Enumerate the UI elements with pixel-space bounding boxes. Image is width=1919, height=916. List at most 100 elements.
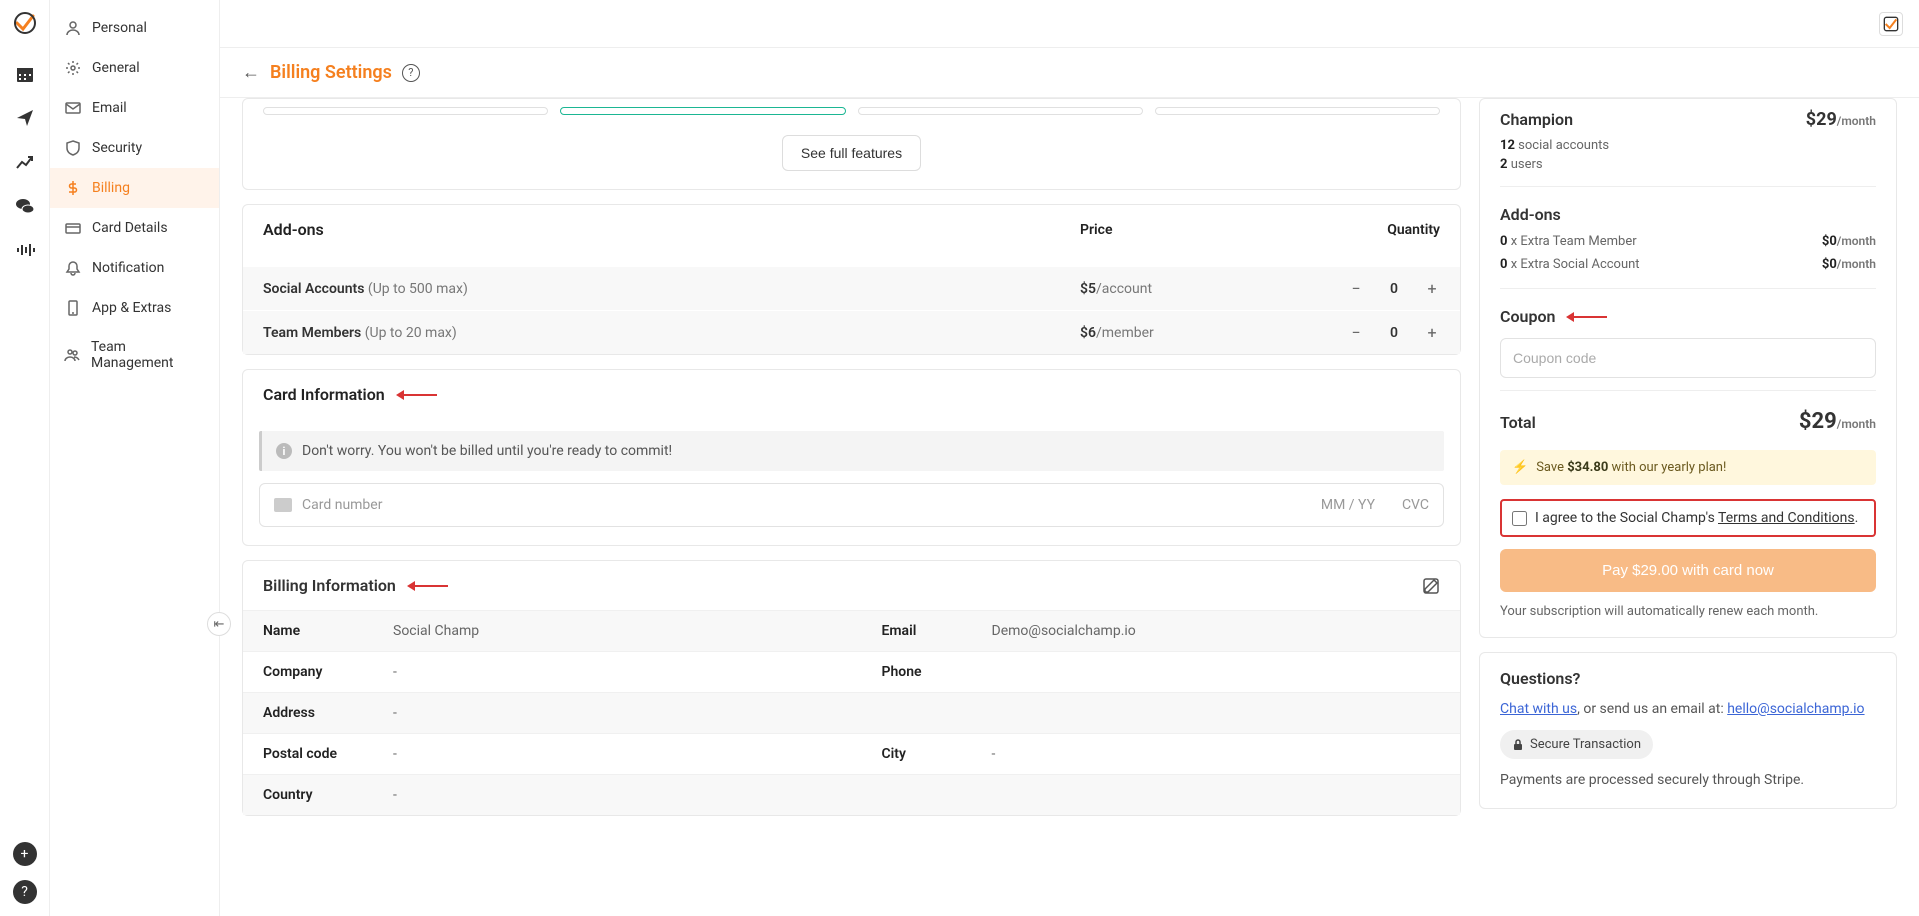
total-price: $29 (1799, 409, 1837, 434)
help-icon[interactable]: ? (402, 64, 420, 82)
plan-price-unit: /month (1837, 114, 1876, 128)
total-unit: /month (1837, 417, 1876, 431)
audio-icon[interactable] (13, 238, 37, 262)
bi-label-city: City (862, 733, 982, 774)
bi-val-name: Social Champ (383, 610, 862, 651)
card-expiry-placeholder: MM / YY (1321, 497, 1375, 513)
card-number-input[interactable]: Card number MM / YY CVC (259, 483, 1444, 527)
card-cvc-placeholder: CVC (1402, 497, 1429, 513)
bi-label-name: Name (243, 610, 383, 651)
see-full-features-button[interactable]: See full features (782, 135, 921, 171)
terms-link[interactable]: Terms and Conditions (1718, 510, 1855, 526)
addons-title: Add-ons (263, 205, 1080, 254)
sidebar-item-card-details[interactable]: Card Details (50, 208, 219, 248)
addon-price: $5 (1080, 281, 1096, 297)
sidebar-item-app-extras[interactable]: App & Extras (50, 288, 219, 328)
phone-icon (64, 299, 82, 317)
addon-hint: (Up to 20 max) (361, 325, 457, 341)
sidebar-item-label: Personal (92, 20, 147, 36)
page-title: Billing Settings (270, 62, 392, 83)
card-info-card: Card Information iDon't worry. You won't… (242, 369, 1461, 546)
bolt-icon: ⚡ (1512, 460, 1528, 475)
plan-option[interactable] (1155, 107, 1440, 115)
annotation-arrow (410, 585, 448, 587)
back-button[interactable]: ← (242, 62, 260, 83)
addon-row: Social Accounts (Up to 500 max) $5/accou… (243, 266, 1460, 310)
bi-label-postal: Postal code (243, 733, 383, 774)
qty-increase-button[interactable]: + (1424, 279, 1440, 298)
dollar-icon (64, 179, 82, 197)
agree-checkbox[interactable] (1512, 511, 1527, 526)
total-label: Total (1500, 413, 1536, 432)
plans-card: See full features (242, 98, 1461, 190)
addon-team-unit: /month (1837, 234, 1876, 248)
qty-decrease-button[interactable]: − (1348, 323, 1364, 342)
chat-link[interactable]: Chat with us (1500, 701, 1577, 717)
bi-val-email: Demo@socialchamp.io (982, 610, 1461, 651)
annotation-arrow (1569, 316, 1607, 318)
addon-team-price: $0 (1822, 234, 1837, 249)
qty-increase-button[interactable]: + (1424, 323, 1440, 342)
bell-icon (64, 259, 82, 277)
shield-icon (64, 139, 82, 157)
plan-option[interactable] (263, 107, 548, 115)
bi-val-city: - (982, 733, 1461, 774)
sidebar-item-team[interactable]: Team Management (50, 328, 219, 382)
card-number-placeholder: Card number (302, 497, 382, 513)
edit-button[interactable] (1422, 577, 1440, 595)
page-header: ← Billing Settings ? (220, 48, 1919, 98)
coupon-input[interactable] (1500, 338, 1876, 378)
top-bar (220, 0, 1919, 48)
person-icon (64, 19, 82, 37)
help-button[interactable]: ? (13, 880, 37, 904)
addon-social-price: $0 (1822, 257, 1837, 272)
addon-price-unit: /member (1096, 325, 1154, 341)
stripe-note: Payments are processed securely through … (1500, 769, 1876, 791)
calendar-icon[interactable] (13, 62, 37, 86)
sidebar-item-label: App & Extras (92, 300, 171, 316)
addon-name: Team Members (263, 325, 361, 341)
analytics-icon[interactable] (13, 150, 37, 174)
annotation-arrow (399, 394, 437, 396)
collapse-sidebar-button[interactable]: ⇤ (207, 612, 231, 636)
sidebar-item-label: General (92, 60, 140, 76)
gear-icon (64, 59, 82, 77)
card-icon (274, 498, 292, 512)
save-amount: $34.80 (1567, 460, 1608, 475)
col-price: Price (1080, 222, 1280, 238)
sidebar-item-general[interactable]: General (50, 48, 219, 88)
send-icon[interactable] (13, 106, 37, 130)
sidebar-item-personal[interactable]: Personal (50, 8, 219, 48)
addon-hint: (Up to 500 max) (364, 281, 467, 297)
bi-val-postal: - (383, 733, 862, 774)
sidebar-item-label: Notification (92, 260, 164, 276)
bi-label-address: Address (243, 692, 383, 733)
qty-decrease-button[interactable]: − (1348, 279, 1364, 298)
bi-label-company: Company (243, 651, 383, 692)
sidebar-item-security[interactable]: Security (50, 128, 219, 168)
card-icon (64, 219, 82, 237)
add-button[interactable]: + (13, 842, 37, 866)
sidebar-item-notification[interactable]: Notification (50, 248, 219, 288)
email-link[interactable]: hello@socialchamp.io (1727, 701, 1864, 717)
bi-label-country: Country (243, 774, 383, 815)
lock-icon (1512, 739, 1524, 751)
questions-title: Questions? (1500, 669, 1876, 688)
bi-label-phone: Phone (862, 651, 982, 692)
save-banner: ⚡Save $34.80 with our yearly plan! (1500, 450, 1876, 485)
app-logo (12, 10, 38, 36)
sidebar-item-email[interactable]: Email (50, 88, 219, 128)
col-quantity: Quantity (1280, 222, 1440, 238)
bi-val-country: - (383, 774, 862, 815)
chat-icon[interactable] (13, 194, 37, 218)
pay-button[interactable]: Pay $29.00 with card now (1500, 549, 1876, 592)
social-label: social accounts (1515, 138, 1609, 153)
qty-value: 0 (1384, 281, 1404, 297)
sidebar-item-label: Email (92, 100, 127, 116)
app-logo-small[interactable] (1879, 12, 1903, 36)
sidebar-item-billing[interactable]: Billing (50, 168, 219, 208)
agree-terms-box[interactable]: I agree to the Social Champ's Terms and … (1500, 499, 1876, 537)
plan-option-selected[interactable] (560, 107, 845, 115)
plan-option[interactable] (858, 107, 1143, 115)
sidebar-item-label: Billing (92, 180, 130, 196)
